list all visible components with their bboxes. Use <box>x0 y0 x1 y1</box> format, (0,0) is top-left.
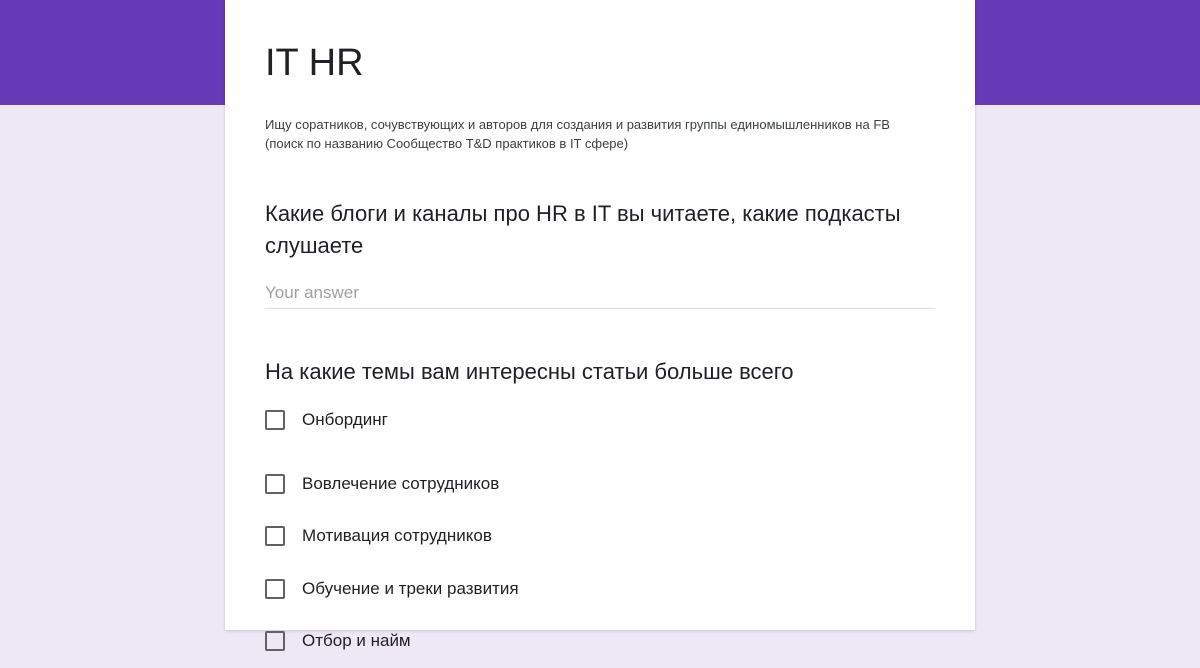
form-card: IT HR Ищу соратников, сочувствующих и ав… <box>225 0 975 652</box>
option-hiring[interactable]: Отбор и найм <box>265 615 925 668</box>
question-2-options: Онбординг Вовлечение сотрудников Мотивац… <box>265 405 925 668</box>
option-label: Вовлечение сотрудников <box>302 473 500 493</box>
checkbox-icon[interactable] <box>265 578 285 599</box>
checkbox-icon[interactable] <box>265 410 285 430</box>
form-title: IT HR <box>265 42 364 84</box>
option-engagement[interactable]: Вовлечение сотрудников <box>265 458 925 511</box>
option-label: Онбординг <box>302 410 388 429</box>
question-2-title: На какие темы вам интересны статьи больш… <box>265 359 794 384</box>
question-1-title: Какие блоги и каналы про HR в IT вы чита… <box>265 201 901 258</box>
checkbox-icon[interactable] <box>265 526 285 547</box>
option-label: Обучение и треки развития <box>302 578 519 598</box>
option-label: Отбор и найм <box>302 631 411 651</box>
checkbox-icon[interactable] <box>265 631 285 652</box>
checkbox-icon[interactable] <box>265 473 285 494</box>
option-motivation[interactable]: Мотивация сотрудников <box>265 510 925 563</box>
option-onboarding[interactable]: Онбординг <box>265 405 925 435</box>
question-1-answer-input[interactable] <box>265 278 935 309</box>
form-description: Ищу соратников, сочувствующих и авторов … <box>265 117 890 151</box>
option-label: Мотивация сотрудников <box>302 526 492 546</box>
option-learning[interactable]: Обучение и треки развития <box>265 563 925 616</box>
